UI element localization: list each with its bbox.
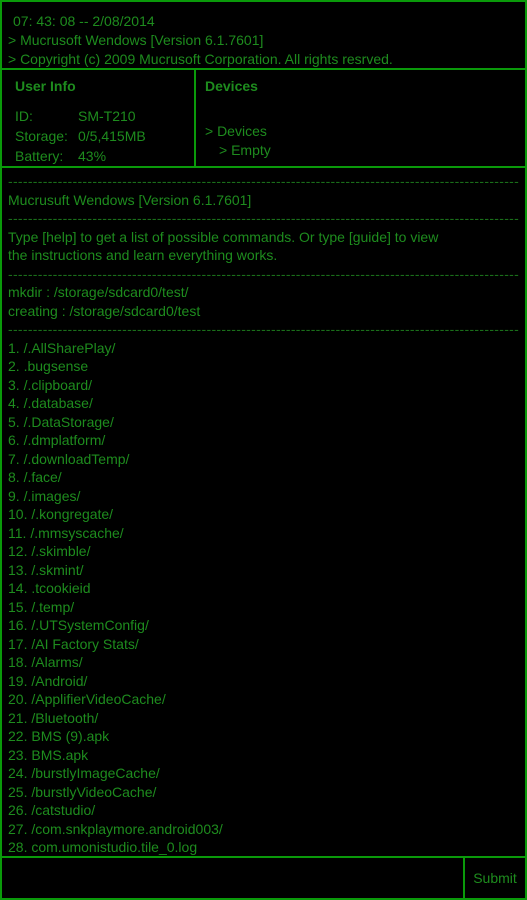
file-list-item: 4. /.database/ bbox=[8, 395, 93, 411]
info-value: 0/5,415MB bbox=[78, 128, 146, 144]
file-list-item: 10. /.kongregate/ bbox=[8, 506, 114, 522]
file-list-item: 24. /burstlyImageCache/ bbox=[8, 765, 160, 781]
help-line: the instructions and learn everything wo… bbox=[8, 247, 278, 263]
separator: ----------------------------------------… bbox=[8, 173, 519, 189]
devices-empty-line: > Empty bbox=[219, 142, 271, 158]
user-info-title: User Info bbox=[15, 78, 76, 94]
file-list-item: 9. /.images/ bbox=[8, 487, 81, 504]
mkdir-line: mkdir : /storage/sdcard0/test/ bbox=[8, 284, 189, 300]
file-list-item: 12. /.skimble/ bbox=[8, 543, 91, 559]
file-list-item: 2. .bugsense bbox=[8, 358, 89, 374]
info-value: 43% bbox=[78, 148, 107, 164]
file-list-item: 1. /.AllSharePlay/ bbox=[8, 339, 116, 356]
submit-button[interactable]: Submit bbox=[463, 856, 527, 900]
separator: ----------------------------------------… bbox=[8, 321, 519, 337]
command-input[interactable] bbox=[2, 858, 463, 898]
file-list-item: 3. /.clipboard/ bbox=[8, 376, 93, 393]
file-list: 1. /.AllSharePlay/2. .bugsense 3. /.clipb… bbox=[8, 339, 519, 857]
help-line: Type [help] to get a list of possible co… bbox=[8, 228, 439, 245]
console-output[interactable]: ----------------------------------------… bbox=[0, 166, 527, 858]
devices-panel: Devices > Devices > Empty bbox=[194, 68, 527, 168]
file-list-item: 26. /catstudio/ bbox=[8, 802, 96, 818]
file-list-item: 19. /Android/ bbox=[8, 672, 88, 689]
copyright-line: > Copyright (c) 2009 Mucrusoft Corporati… bbox=[8, 51, 393, 67]
info-row-id: ID: SM-T210 bbox=[15, 106, 181, 126]
file-list-item: 13. /.skmint/ bbox=[8, 561, 84, 578]
file-list-item: 20. /ApplifierVideoCache/ bbox=[8, 691, 166, 707]
version-line: > Mucrusoft Wendows [Version 6.1.7601] bbox=[8, 32, 264, 48]
file-list-item: 21. /Bluetooth/ bbox=[8, 709, 99, 726]
datetime: 07: 43: 08 -- 2/08/2014 bbox=[13, 13, 155, 29]
file-list-item: 5. /.DataStorage/ bbox=[8, 413, 114, 430]
info-value: SM-T210 bbox=[78, 108, 136, 124]
file-list-item: 6. /.dmplatform/ bbox=[8, 432, 106, 448]
file-list-item: 7. /.downloadTemp/ bbox=[8, 450, 130, 467]
devices-line: > Devices bbox=[205, 123, 267, 139]
devices-title: Devices bbox=[205, 78, 258, 94]
info-key: Battery: bbox=[15, 148, 64, 164]
file-list-item: 17. /AI Factory Stats/ bbox=[8, 635, 139, 652]
info-row-battery: Battery: 43% bbox=[15, 146, 181, 166]
file-list-item: 23. BMS.apk bbox=[8, 746, 89, 763]
file-list-item: 27. /com.snkplaymore.android003/ bbox=[8, 820, 223, 837]
info-key: ID: bbox=[15, 108, 33, 124]
file-list-item: 14. .tcookieid bbox=[8, 580, 91, 596]
separator: ----------------------------------------… bbox=[8, 210, 519, 226]
info-key: Storage: bbox=[15, 128, 68, 144]
file-list-item: 15. /.temp/ bbox=[8, 598, 75, 615]
creating-line: creating : /storage/sdcard0/test bbox=[8, 302, 201, 319]
header-panel: 07: 43: 08 -- 2/08/2014 > Mucrusoft Wend… bbox=[0, 0, 527, 70]
file-list-item: 25. /burstlyVideoCache/ bbox=[8, 783, 157, 800]
file-list-item: 22. BMS (9).apk bbox=[8, 728, 110, 744]
file-list-item: 18. /Alarms/ bbox=[8, 654, 83, 670]
file-list-item: 8. /.face/ bbox=[8, 469, 62, 485]
user-info-panel: User Info ID: SM-T210 Storage: 0/5,415MB B… bbox=[0, 68, 196, 168]
info-row-storage: Storage: 0/5,415MB bbox=[15, 126, 181, 146]
separator: ----------------------------------------… bbox=[8, 265, 519, 282]
command-input-box bbox=[0, 856, 465, 900]
console-version: Mucrusuft Wendows [Version 6.1.7601] bbox=[8, 191, 252, 208]
file-list-item: 16. /.UTSystemConfig/ bbox=[8, 617, 149, 633]
file-list-item: 11. /.mmsyscache/ bbox=[8, 524, 124, 541]
file-list-item: 28. com.umonistudio.tile_0.log bbox=[8, 839, 198, 855]
